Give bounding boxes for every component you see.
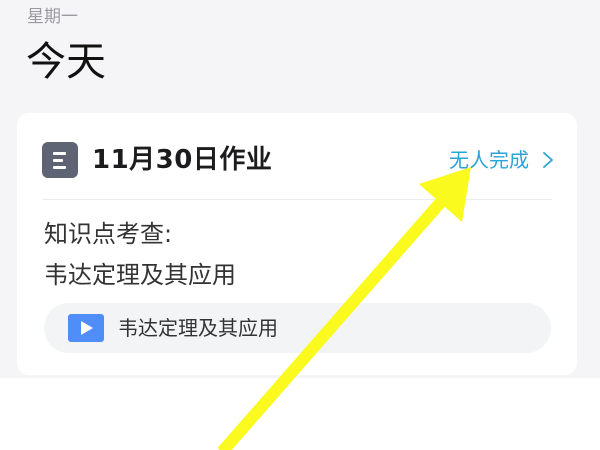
completion-status-text: 无人完成 (449, 148, 529, 172)
topic-label: 知识点考查: (44, 220, 173, 248)
video-resource-item[interactable]: 韦达定理及其应用 (44, 303, 551, 353)
card-divider (42, 199, 552, 200)
card-header: 11月30日作业 无人完成 (17, 113, 577, 199)
video-play-icon (68, 314, 104, 342)
topic-name: 韦达定理及其应用 (44, 261, 236, 289)
card-title: 11月30日作业 (92, 145, 273, 175)
document-icon (42, 142, 78, 178)
homework-card[interactable]: 11月30日作业 无人完成 知识点考查: 韦达定理及其应用 韦达定理及其应用 (17, 113, 577, 375)
page-title: 今天 (26, 39, 106, 85)
completion-status-link[interactable]: 无人完成 (449, 144, 555, 176)
weekday-label: 星期一 (27, 7, 78, 27)
video-resource-label: 韦达定理及其应用 (118, 316, 278, 340)
chevron-right-icon (543, 152, 553, 168)
